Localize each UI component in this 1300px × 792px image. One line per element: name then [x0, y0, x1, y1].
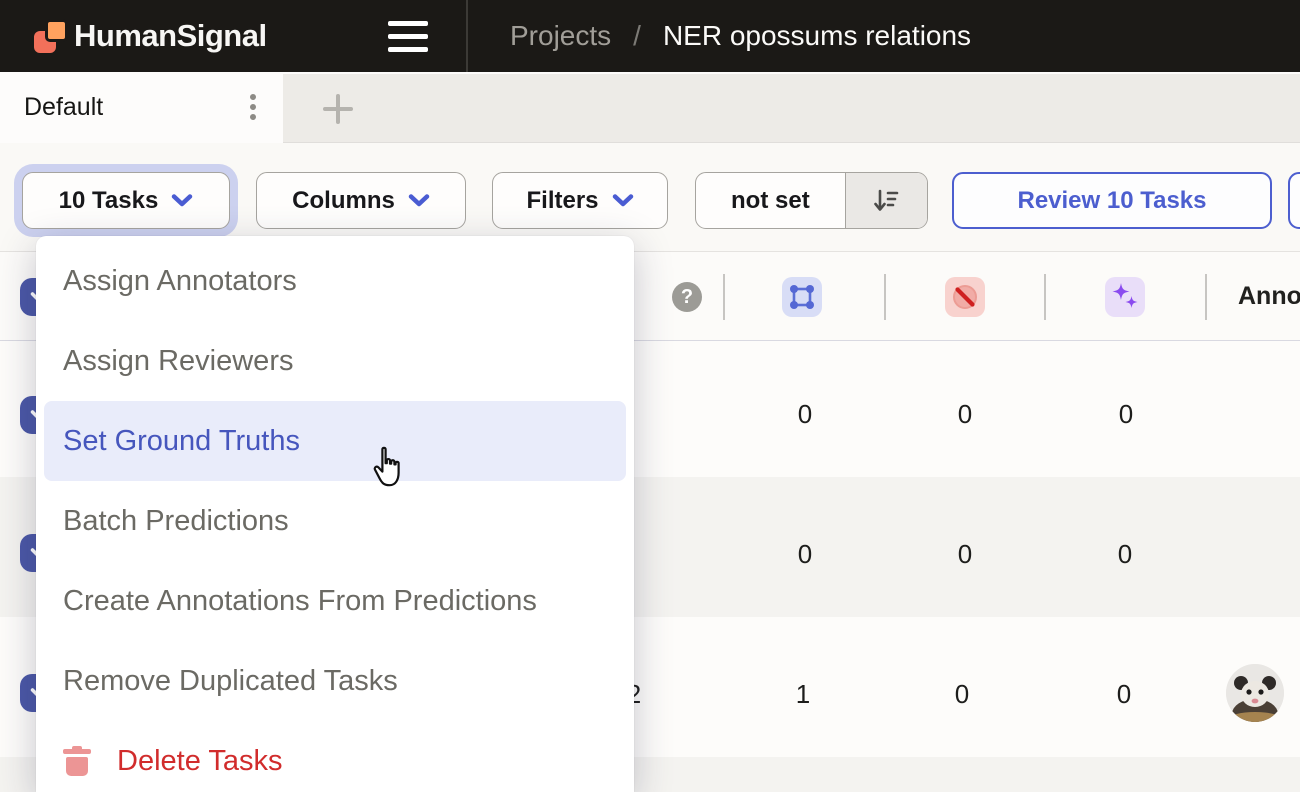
- annotations-count: 0: [798, 539, 812, 570]
- tab-strip-background: [283, 74, 1300, 143]
- breadcrumb-projects-link[interactable]: Projects: [510, 20, 611, 52]
- column-divider: [1044, 274, 1046, 320]
- predictions-count: 0: [1118, 539, 1132, 570]
- ordering-control[interactable]: not set: [695, 172, 928, 229]
- column-divider: [1205, 274, 1207, 320]
- annotated-by-column-header[interactable]: Annota: [1238, 252, 1300, 341]
- filters-label: Filters: [526, 187, 598, 215]
- skipped-icon[interactable]: [945, 277, 985, 317]
- help-circle-icon[interactable]: ?: [672, 282, 702, 312]
- predictions-sparkles-icon[interactable]: [1105, 277, 1145, 317]
- columns-label: Columns: [292, 187, 395, 215]
- review-tasks-label: Review 10 Tasks: [1017, 187, 1206, 215]
- column-divider: [723, 274, 725, 320]
- brand-name[interactable]: HumanSignal: [74, 0, 267, 72]
- menu-item-assign-reviewers[interactable]: Assign Reviewers: [36, 321, 634, 401]
- tasks-actions-label: 10 Tasks: [59, 187, 159, 215]
- sort-descending-icon: [872, 187, 900, 215]
- skipped-count: 0: [958, 399, 972, 430]
- chevron-down-icon: [171, 194, 193, 207]
- columns-dropdown-button[interactable]: Columns: [256, 172, 466, 229]
- hamburger-menu-icon[interactable]: [388, 19, 428, 53]
- help-glyph: ?: [681, 286, 693, 309]
- breadcrumb-project-title: NER opossums relations: [663, 20, 971, 52]
- menu-item-assign-annotators[interactable]: Assign Annotators: [36, 241, 634, 321]
- tab-default[interactable]: Default: [0, 72, 283, 143]
- humansignal-logo-icon[interactable]: [34, 19, 68, 53]
- tab-default-label: Default: [24, 72, 103, 143]
- view-tab-bar: Default: [0, 72, 1300, 143]
- menu-item-delete-tasks[interactable]: Delete Tasks: [36, 721, 634, 792]
- tab-options-kebab-icon[interactable]: [246, 94, 260, 124]
- add-tab-button[interactable]: [323, 94, 353, 124]
- clipped-toolbar-button[interactable]: [1288, 172, 1300, 229]
- ordering-value[interactable]: not set: [696, 187, 845, 215]
- skipped-count: 0: [955, 679, 969, 710]
- menu-item-set-ground-truths[interactable]: Set Ground Truths: [44, 401, 626, 481]
- filters-dropdown-button[interactable]: Filters: [492, 172, 668, 229]
- chevron-down-icon: [408, 194, 430, 207]
- annotations-count: 1: [796, 679, 810, 710]
- skipped-count: 0: [958, 539, 972, 570]
- opossum-avatar[interactable]: [1226, 664, 1284, 722]
- breadcrumb: Projects / NER opossums relations: [510, 0, 971, 72]
- menu-item-remove-duplicated-tasks[interactable]: Remove Duplicated Tasks: [36, 641, 634, 721]
- pointer-hand-cursor: [370, 446, 408, 495]
- chevron-down-icon: [612, 194, 634, 207]
- menu-item-batch-predictions[interactable]: Batch Predictions: [36, 481, 634, 561]
- sort-direction-button[interactable]: [845, 173, 927, 228]
- trash-icon: [63, 746, 91, 776]
- predictions-count: 0: [1119, 399, 1133, 430]
- delete-tasks-label: Delete Tasks: [117, 745, 283, 778]
- review-tasks-button[interactable]: Review 10 Tasks: [952, 172, 1272, 229]
- annotations-region-icon[interactable]: [782, 277, 822, 317]
- column-divider: [884, 274, 886, 320]
- predictions-count: 0: [1117, 679, 1131, 710]
- topbar-divider: [466, 0, 468, 72]
- breadcrumb-separator: /: [633, 20, 641, 52]
- top-navigation-bar: HumanSignal Projects / NER opossums rela…: [0, 0, 1300, 72]
- logo-amber-square: [45, 19, 68, 42]
- annotations-count: 0: [798, 399, 812, 430]
- tasks-actions-dropdown-button[interactable]: 10 Tasks: [22, 172, 230, 229]
- tasks-actions-menu: Assign Annotators Assign Reviewers Set G…: [36, 236, 634, 792]
- menu-item-create-annotations-from-predictions[interactable]: Create Annotations From Predictions: [36, 561, 634, 641]
